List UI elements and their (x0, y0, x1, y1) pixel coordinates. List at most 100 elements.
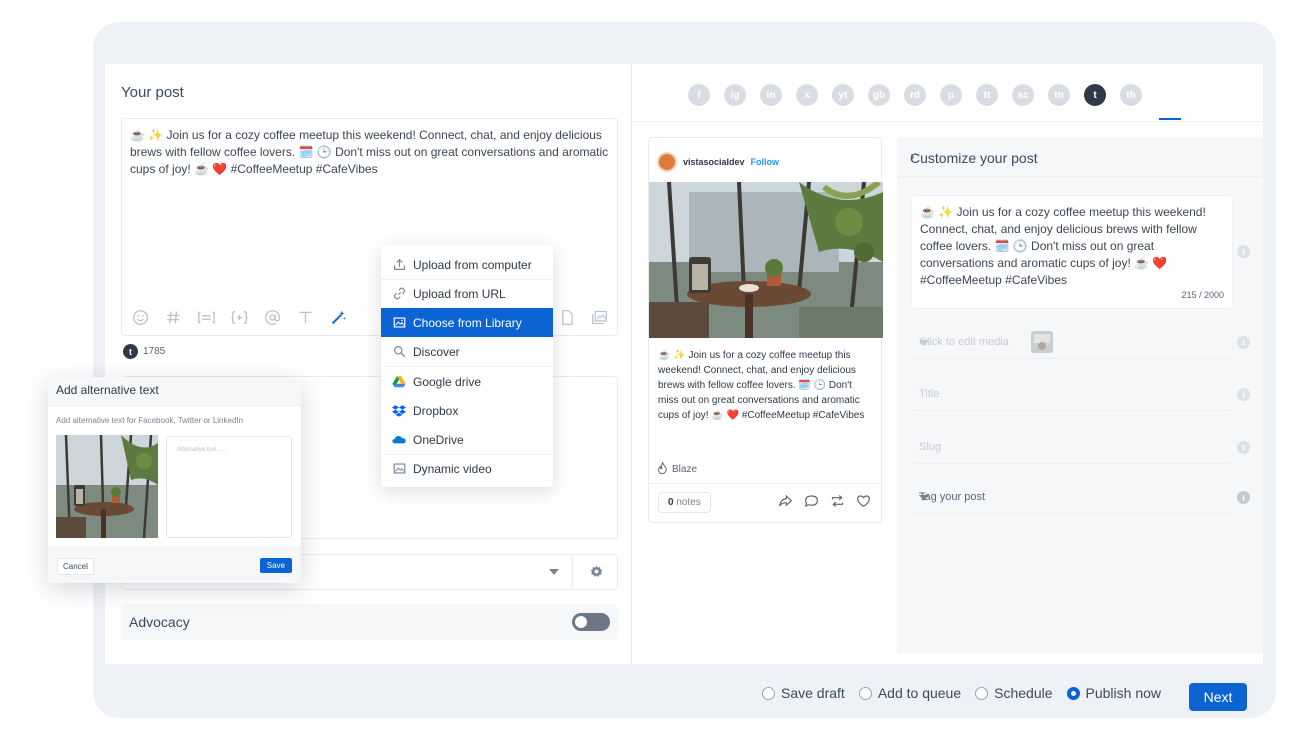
publish-options: Save draft Add to queue Schedule Publish… (762, 685, 1161, 701)
notes-label: notes (676, 497, 701, 508)
tab-instagram[interactable]: ig (724, 84, 746, 106)
info-icon[interactable]: i (1237, 336, 1250, 349)
blaze-button[interactable]: Blaze (657, 461, 697, 477)
option-schedule[interactable]: Schedule (975, 685, 1053, 701)
modal-header: Add alternative text (48, 377, 301, 406)
option-label: Publish now (1085, 685, 1162, 701)
menu-item-onedrive[interactable]: OneDrive (381, 425, 553, 454)
menu-item-label: Dynamic video (413, 461, 492, 476)
advocacy-toggle[interactable] (572, 613, 610, 631)
menu-item-dynamic-video[interactable]: Dynamic video (381, 454, 553, 483)
gear-icon[interactable] (590, 565, 603, 581)
tab-pinterest[interactable]: p (940, 84, 962, 106)
preview-account: vistasocialdev Follow (657, 152, 779, 172)
advocacy-label: Advocacy (129, 614, 190, 630)
tab-reddit[interactable]: rd (904, 84, 926, 106)
tag-field[interactable]: Tag your post (911, 481, 1233, 514)
tabs-divider (633, 121, 1263, 122)
menu-item-upload-url[interactable]: Upload from URL (381, 279, 553, 308)
flame-icon (657, 461, 668, 477)
character-counter: t 1785 (123, 344, 165, 359)
preview-column: f ig in x yt gb rd p tt sc tn t th vista… (633, 64, 1263, 664)
snippet-icon[interactable] (196, 307, 216, 327)
tab-tiktok[interactable]: tt (976, 84, 998, 106)
reply-icon[interactable] (804, 494, 819, 511)
heart-icon[interactable] (856, 494, 871, 511)
tab-google-business[interactable]: gb (868, 84, 890, 106)
media-thumbnail (1031, 331, 1053, 353)
chevron-down-icon[interactable] (919, 495, 929, 501)
reblog-icon[interactable] (830, 494, 845, 511)
alt-text-placeholder: Alternative text .... (177, 447, 226, 453)
option-add-to-queue[interactable]: Add to queue (858, 685, 962, 701)
tab-snapchat[interactable]: sc (1012, 84, 1034, 106)
menu-item-google-drive[interactable]: Google drive (381, 367, 553, 396)
mention-icon[interactable] (262, 307, 282, 327)
menu-item-discover[interactable]: Discover (381, 337, 553, 366)
menu-item-label: Choose from Library (413, 315, 522, 330)
post-text[interactable]: ☕ ✨ Join us for a cozy coffee meetup thi… (130, 127, 610, 178)
tab-tumblr[interactable]: t (1084, 84, 1106, 106)
alt-text-image (56, 435, 158, 538)
alt-text-modal: Add alternative text Add alternative tex… (48, 377, 301, 583)
footer-bar: Save draft Add to queue Schedule Publish… (93, 664, 1276, 718)
save-button[interactable]: Save (259, 558, 292, 573)
chevron-down-icon[interactable] (549, 569, 559, 575)
title-placeholder: Title (919, 388, 940, 400)
file-icon[interactable] (557, 307, 577, 327)
menu-item-choose-library[interactable]: Choose from Library (381, 308, 553, 337)
upload-icon (392, 258, 406, 272)
info-icon[interactable]: i (1237, 388, 1250, 401)
variable-icon[interactable] (229, 307, 249, 327)
custom-text[interactable]: ☕ ✨ Join us for a cozy coffee meetup thi… (920, 204, 1226, 289)
menu-item-label: OneDrive (413, 432, 464, 447)
gallery-icon[interactable] (589, 307, 609, 327)
active-tab-indicator (1159, 118, 1181, 120)
search-icon (392, 345, 406, 359)
option-label: Add to queue (877, 685, 962, 701)
alt-text-input[interactable]: Alternative text .... (166, 436, 292, 538)
radio-button[interactable] (975, 686, 989, 700)
slug-field[interactable]: Slug (911, 431, 1233, 464)
radio-button[interactable] (762, 686, 775, 700)
info-icon[interactable]: i (1237, 441, 1250, 454)
video-icon (392, 462, 406, 476)
tab-threads[interactable]: th (1120, 84, 1142, 106)
tab-youtube[interactable]: yt (832, 84, 854, 106)
custom-text-editor[interactable]: ☕ ✨ Join us for a cozy coffee meetup thi… (911, 195, 1233, 309)
chevron-down-icon[interactable] (919, 340, 929, 346)
cancel-button[interactable]: Cancel (57, 558, 94, 575)
slug-placeholder: Slug (919, 441, 942, 453)
radio-button[interactable] (858, 686, 872, 700)
onedrive-icon (392, 433, 406, 447)
text-format-icon[interactable] (295, 307, 315, 327)
notes-badge[interactable]: 0 notes (658, 492, 711, 513)
tab-linkedin[interactable]: in (760, 84, 782, 106)
post-image (649, 182, 883, 338)
menu-item-label: Google drive (413, 374, 482, 389)
follow-link[interactable]: Follow (751, 157, 780, 167)
tab-other[interactable]: tn (1048, 84, 1070, 106)
menu-item-upload-computer[interactable]: Upload from computer (381, 250, 553, 279)
image-icon (392, 316, 406, 330)
option-save-draft[interactable]: Save draft (762, 685, 845, 701)
option-publish-now[interactable]: Publish now (1066, 685, 1162, 701)
customize-header[interactable]: Customize your post › (897, 137, 1263, 177)
magic-wand-icon[interactable] (328, 307, 348, 327)
info-icon[interactable]: i (1237, 491, 1250, 504)
share-icon[interactable] (778, 494, 793, 511)
tab-x[interactable]: x (796, 84, 818, 106)
edit-media-field[interactable]: Click to edit media (911, 326, 1233, 359)
emoji-icon[interactable] (130, 307, 150, 327)
divider (572, 555, 573, 589)
character-count: 1785 (143, 346, 166, 357)
tab-facebook[interactable]: f (688, 84, 710, 106)
info-icon[interactable]: i (1237, 245, 1250, 258)
menu-item-dropbox[interactable]: Dropbox (381, 396, 553, 425)
title-field[interactable]: Title (911, 378, 1233, 411)
radio-button-selected[interactable] (1066, 686, 1080, 700)
chevron-right-icon[interactable]: › (910, 148, 1247, 164)
next-button[interactable]: Next (1189, 683, 1247, 711)
hashtag-icon[interactable] (163, 307, 183, 327)
option-label: Schedule (994, 685, 1053, 701)
